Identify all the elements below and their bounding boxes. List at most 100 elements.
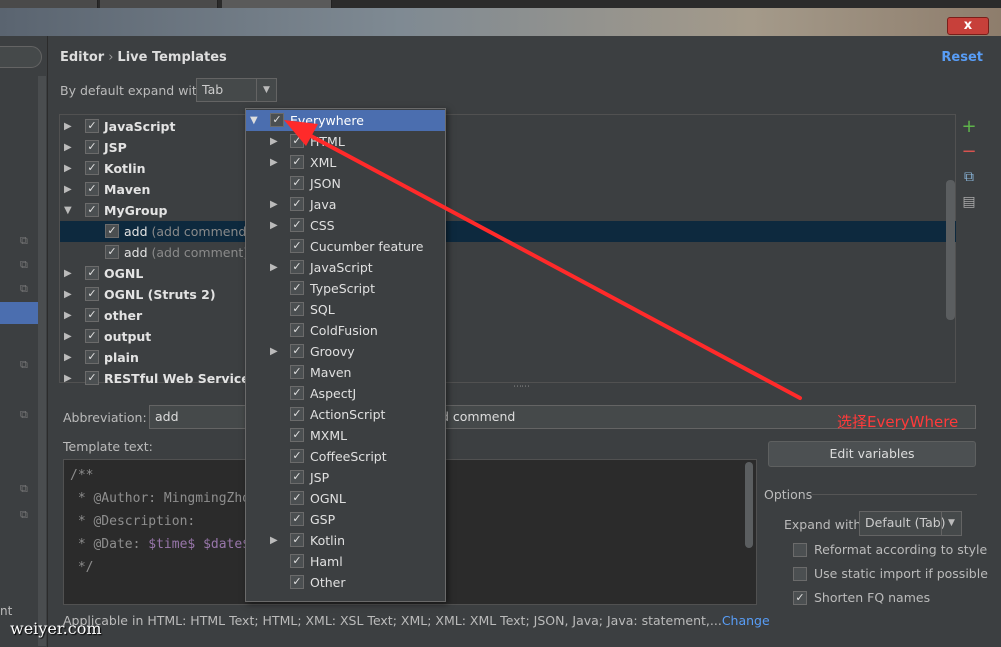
context-item[interactable]: ✓ SQL: [246, 299, 445, 320]
chevron-right-icon[interactable]: ▶: [64, 158, 76, 179]
template-group[interactable]: ▶ ✓ Maven: [60, 179, 956, 200]
context-checkbox[interactable]: ✓: [290, 407, 304, 421]
chevron-right-icon[interactable]: ▶: [270, 215, 278, 236]
template-group[interactable]: ▶ ✓ Kotlin: [60, 158, 956, 179]
context-item[interactable]: ▶ ✓ HTML: [246, 131, 445, 152]
group-checkbox[interactable]: ✓: [85, 350, 99, 364]
edit-icon[interactable]: ▤: [961, 194, 977, 210]
options-expand-select[interactable]: Default (Tab) ▼: [859, 511, 962, 536]
chevron-right-icon[interactable]: ▶: [270, 257, 278, 278]
context-checkbox[interactable]: ✓: [290, 302, 304, 316]
context-item[interactable]: ▶ ✓ Groovy: [246, 341, 445, 362]
template-group[interactable]: ▶ ✓ OGNL (Struts 2): [60, 284, 956, 305]
context-item[interactable]: ✓ GSP: [246, 509, 445, 530]
template-checkbox[interactable]: ✓: [105, 245, 119, 259]
context-item[interactable]: ▶ ✓ CSS: [246, 215, 445, 236]
context-checkbox[interactable]: ✓: [290, 533, 304, 547]
context-item[interactable]: ✓ Other: [246, 572, 445, 593]
context-checkbox[interactable]: ✓: [290, 575, 304, 589]
template-group[interactable]: ▶ ✓ output: [60, 326, 956, 347]
expand-with-select[interactable]: Tab ▼: [196, 78, 277, 102]
reformat-checkbox[interactable]: [793, 543, 807, 557]
context-item[interactable]: ▼ ✓ Everywhere: [246, 110, 445, 131]
context-item[interactable]: ✓ JSP: [246, 467, 445, 488]
template-tree[interactable]: ▶ ✓ JavaScript ▶ ✓ JSP ▶ ✓ Kotlin ▶ ✓ Maven ▼ ✓ MyGrou…: [59, 114, 956, 386]
template-group[interactable]: ▶ ✓ plain: [60, 347, 956, 368]
splitter-grip[interactable]: ⋯⋯: [513, 382, 530, 392]
chevron-right-icon[interactable]: ▶: [64, 116, 76, 137]
template-item[interactable]: ✓ add (add commend): [60, 221, 956, 242]
context-item[interactable]: ✓ AspectJ: [246, 383, 445, 404]
editor-scrollbar[interactable]: [745, 462, 753, 548]
browser-tab[interactable]: [100, 0, 218, 8]
context-item[interactable]: ✓ ColdFusion: [246, 320, 445, 341]
chevron-right-icon[interactable]: ▶: [270, 341, 278, 362]
context-checkbox[interactable]: ✓: [290, 449, 304, 463]
context-checkbox[interactable]: ✓: [290, 428, 304, 442]
context-checkbox[interactable]: ✓: [290, 554, 304, 568]
chevron-right-icon[interactable]: ▶: [270, 131, 278, 152]
context-checkbox[interactable]: ✓: [290, 281, 304, 295]
context-item[interactable]: ▶ ✓ XML: [246, 152, 445, 173]
chevron-down-icon[interactable]: ▼: [250, 110, 258, 131]
browser-tab[interactable]: [222, 0, 332, 8]
template-group[interactable]: ▶ ✓ JSP: [60, 137, 956, 158]
change-link[interactable]: Change: [722, 613, 770, 628]
edit-variables-button[interactable]: Edit variables: [768, 441, 976, 467]
chevron-right-icon[interactable]: ▶: [270, 530, 278, 551]
context-checkbox[interactable]: ✓: [290, 218, 304, 232]
context-item[interactable]: ✓ CoffeeScript: [246, 446, 445, 467]
context-item[interactable]: ✓ ActionScript: [246, 404, 445, 425]
sidebar-selected-item[interactable]: [0, 302, 38, 324]
context-checkbox[interactable]: ✓: [290, 197, 304, 211]
chevron-right-icon[interactable]: ▶: [270, 152, 278, 173]
plus-icon[interactable]: +: [961, 118, 977, 136]
context-checkbox[interactable]: ✓: [290, 323, 304, 337]
sidebar-scrollbar[interactable]: [38, 76, 46, 646]
context-item[interactable]: ▶ ✓ JavaScript: [246, 257, 445, 278]
template-group[interactable]: ▶ ✓ OGNL: [60, 263, 956, 284]
context-checkbox[interactable]: ✓: [290, 386, 304, 400]
chevron-right-icon[interactable]: ▶: [64, 347, 76, 368]
template-checkbox[interactable]: ✓: [105, 224, 119, 238]
template-group[interactable]: ▼ ✓ MyGroup: [60, 200, 956, 221]
browser-tab[interactable]: [0, 0, 98, 8]
template-item[interactable]: ✓ add (add comment): [60, 242, 956, 263]
context-popup[interactable]: ▼ ✓ Everywhere ▶ ✓ HTML ▶ ✓ XML ✓ JSON ▶ ✓ Java ▶ ✓ CSS ✓…: [245, 108, 446, 602]
context-item[interactable]: ✓ TypeScript: [246, 278, 445, 299]
minus-icon[interactable]: −: [961, 143, 977, 161]
copy-icon[interactable]: ⧉: [961, 169, 977, 185]
context-checkbox[interactable]: ✓: [290, 512, 304, 526]
context-checkbox[interactable]: ✓: [290, 155, 304, 169]
chevron-right-icon[interactable]: ▶: [64, 326, 76, 347]
context-item[interactable]: ▶ ✓ Java: [246, 194, 445, 215]
context-item[interactable]: ✓ MXML: [246, 425, 445, 446]
group-checkbox[interactable]: ✓: [85, 182, 99, 196]
group-checkbox[interactable]: ✓: [85, 308, 99, 322]
context-item[interactable]: ✓ Cucumber feature: [246, 236, 445, 257]
close-button[interactable]: x: [947, 17, 989, 35]
context-checkbox[interactable]: ✓: [290, 176, 304, 190]
group-checkbox[interactable]: ✓: [85, 287, 99, 301]
context-item[interactable]: ✓ Maven: [246, 362, 445, 383]
tree-scrollbar[interactable]: [946, 180, 955, 320]
context-checkbox[interactable]: ✓: [290, 344, 304, 358]
group-checkbox[interactable]: ✓: [85, 329, 99, 343]
context-checkbox[interactable]: ✓: [290, 260, 304, 274]
static-import-checkbox[interactable]: [793, 567, 807, 581]
context-item[interactable]: ✓ JSON: [246, 173, 445, 194]
chevron-right-icon[interactable]: ▶: [64, 137, 76, 158]
context-item[interactable]: ✓ Haml: [246, 551, 445, 572]
settings-search-input[interactable]: [0, 46, 42, 68]
reset-link[interactable]: Reset: [941, 50, 983, 65]
group-checkbox[interactable]: ✓: [85, 161, 99, 175]
template-group[interactable]: ▶ ✓ other: [60, 305, 956, 326]
context-checkbox[interactable]: ✓: [290, 134, 304, 148]
group-checkbox[interactable]: ✓: [85, 119, 99, 133]
chevron-down-icon[interactable]: ▼: [64, 200, 76, 221]
group-checkbox[interactable]: ✓: [85, 266, 99, 280]
group-checkbox[interactable]: ✓: [85, 140, 99, 154]
chevron-right-icon[interactable]: ▶: [64, 179, 76, 200]
chevron-right-icon[interactable]: ▶: [64, 284, 76, 305]
shorten-fq-checkbox[interactable]: ✓: [793, 591, 807, 605]
